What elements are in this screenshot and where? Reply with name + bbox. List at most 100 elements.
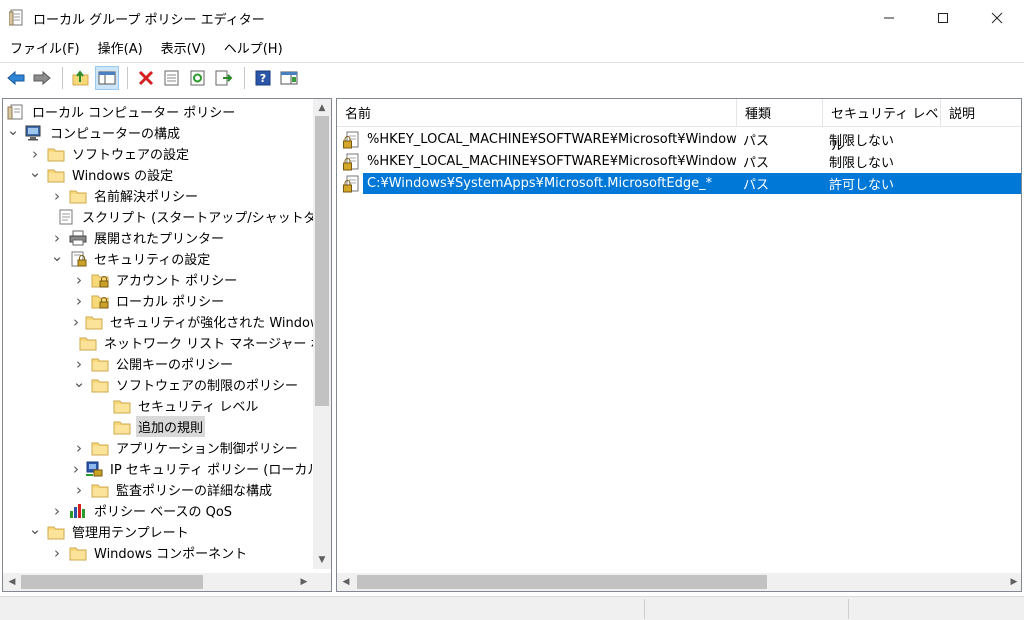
forward-icon: [33, 70, 51, 85]
expand-chevron-icon[interactable]: ›: [73, 439, 85, 457]
expand-chevron-icon[interactable]: ›: [73, 271, 85, 289]
expand-chevron-icon[interactable]: ›: [73, 313, 79, 331]
delete-button[interactable]: [134, 66, 158, 90]
tree-node-label: ローカル ポリシー: [116, 295, 225, 310]
list-horizontal-scrollbar[interactable]: ◀ ▶: [337, 573, 1021, 591]
scroll-right-arrow-icon[interactable]: ▶: [296, 574, 312, 590]
scroll-down-arrow-icon[interactable]: ▼: [314, 552, 330, 568]
tree-node[interactable]: ⌄ セキュリティの設定: [3, 247, 313, 269]
tree-node[interactable]: ⌄ コンピューターの構成: [3, 121, 313, 143]
ipsec-icon: [85, 461, 103, 477]
details-pane[interactable]: ^ 名前 種類 セキュリティ レベル 説明 %HKEY_LOCAL_MACHIN…: [336, 98, 1022, 592]
title-bar: ローカル グループ ポリシー エディター: [0, 0, 1024, 36]
tree-node[interactable]: › Windows コンポーネント: [3, 542, 313, 563]
up-folder-button[interactable]: [69, 66, 93, 90]
scroll-up-arrow-icon[interactable]: ▲: [314, 100, 330, 116]
minimize-button[interactable]: [862, 0, 916, 36]
tree-node[interactable]: › ポリシー ベースの QoS: [3, 500, 313, 521]
toolbar-separator: [127, 66, 128, 89]
column-header-name[interactable]: ^ 名前: [337, 99, 737, 127]
policy-editor-icon: [8, 9, 25, 27]
list-row[interactable]: %HKEY_LOCAL_MACHINE¥SOFTWARE¥Microsoft¥W…: [339, 151, 1021, 172]
tree-node-label: 監査ポリシーの詳細な構成: [116, 484, 273, 499]
expand-chevron-icon[interactable]: ›: [51, 229, 63, 247]
tree-node[interactable]: › アプリケーション制御ポリシー: [3, 437, 313, 458]
scroll-left-arrow-icon[interactable]: ◀: [338, 574, 354, 590]
tree-node[interactable]: ⌄ ソフトウェアの制限のポリシー: [3, 373, 313, 395]
folder-lock-icon: [91, 272, 109, 288]
list-horizontal-scroll-thumb[interactable]: [357, 575, 767, 589]
tree-node[interactable]: 追加の規則: [3, 416, 313, 437]
collapse-chevron-icon[interactable]: ⌄: [51, 247, 64, 265]
rule-path: %HKEY_LOCAL_MACHINE¥SOFTWARE¥Microsoft¥W…: [367, 154, 737, 169]
expand-chevron-icon[interactable]: ›: [73, 460, 79, 478]
scroll-right-arrow-icon[interactable]: ▶: [1006, 574, 1021, 590]
show-hide-tree-button[interactable]: [95, 65, 119, 90]
tree-node[interactable]: › IP セキュリティ ポリシー (ローカル コン: [3, 458, 313, 479]
tree-node[interactable]: › ローカル ポリシー: [3, 290, 313, 311]
folder-icon: [69, 545, 87, 561]
tree-vertical-scroll-thumb[interactable]: [315, 116, 329, 406]
column-header-label: 種類: [745, 107, 772, 122]
folder-icon: [113, 419, 131, 435]
collapse-chevron-icon[interactable]: ⌄: [29, 520, 42, 538]
forward-button[interactable]: [30, 66, 54, 90]
menu-view[interactable]: 表示(V): [155, 39, 212, 61]
show-hide-action-pane-button[interactable]: [277, 66, 301, 90]
menu-action[interactable]: 操作(A): [92, 39, 149, 61]
column-header-security-level[interactable]: セキュリティ レベル: [823, 99, 941, 154]
tree-horizontal-scrollbar[interactable]: ◀ ▶: [3, 573, 313, 591]
refresh-button[interactable]: [186, 66, 210, 90]
menu-file[interactable]: ファイル(F): [4, 39, 86, 61]
cell-type: パス: [743, 178, 770, 193]
tree-node[interactable]: ローカル コンピューター ポリシー: [3, 101, 313, 122]
tree-node[interactable]: ⌄ 管理用テンプレート: [3, 520, 313, 542]
tree-node-label: セキュリティが強化された Windows: [110, 316, 313, 331]
security-icon: [69, 251, 87, 267]
tree-node-label: Windows の設定: [72, 169, 174, 184]
close-button[interactable]: [970, 0, 1024, 36]
tree-node[interactable]: › 展開されたプリンター: [3, 227, 313, 248]
expand-chevron-icon[interactable]: ›: [73, 292, 85, 310]
tree-node[interactable]: セキュリティ レベル: [3, 395, 313, 416]
status-divider: [848, 599, 849, 619]
status-bar: [0, 596, 1024, 620]
expand-chevron-icon[interactable]: ›: [29, 145, 41, 163]
expand-chevron-icon[interactable]: ›: [51, 544, 63, 562]
collapse-chevron-icon[interactable]: ⌄: [73, 373, 86, 391]
collapse-chevron-icon[interactable]: ⌄: [7, 121, 20, 139]
scroll-left-arrow-icon[interactable]: ◀: [4, 574, 20, 590]
tree-node[interactable]: › 監査ポリシーの詳細な構成: [3, 479, 313, 500]
tree-horizontal-scroll-thumb[interactable]: [21, 575, 203, 589]
tree-vertical-scrollbar[interactable]: ▲ ▼: [313, 99, 331, 569]
maximize-button[interactable]: [916, 0, 970, 36]
expand-chevron-icon[interactable]: ›: [73, 355, 85, 373]
menu-help[interactable]: ヘルプ(H): [218, 39, 289, 61]
expand-chevron-icon[interactable]: ›: [51, 187, 63, 205]
column-header-type[interactable]: 種類: [737, 99, 823, 127]
tree-node[interactable]: スクリプト (スタートアップ/シャットダウン): [3, 206, 313, 227]
tree-node[interactable]: › 名前解決ポリシー: [3, 185, 313, 206]
expand-chevron-icon[interactable]: ›: [51, 502, 63, 520]
tree-node-label: IP セキュリティ ポリシー (ローカル コン: [110, 463, 313, 478]
tree-node[interactable]: › ソフトウェアの設定: [3, 143, 313, 164]
list-row[interactable]: %HKEY_LOCAL_MACHINE¥SOFTWARE¥Microsoft¥W…: [339, 129, 1021, 150]
tree-node[interactable]: ネットワーク リスト マネージャー ポリシ: [3, 332, 313, 353]
expand-chevron-icon[interactable]: ›: [73, 481, 85, 499]
tree-node[interactable]: › 公開キーのポリシー: [3, 353, 313, 374]
script-icon: [57, 209, 75, 225]
help-button[interactable]: ?: [251, 66, 275, 90]
column-header-description[interactable]: 説明: [941, 99, 1021, 127]
tree-pane[interactable]: ローカル コンピューター ポリシー ⌄ コンピューターの構成 › ソフトウェアの設定 ⌄ W…: [2, 98, 332, 592]
tree-node-label: コンピューターの構成: [50, 127, 181, 142]
tree-node[interactable]: ⌄ Windows の設定: [3, 163, 313, 185]
collapse-chevron-icon[interactable]: ⌄: [29, 163, 42, 181]
back-button[interactable]: [4, 66, 28, 90]
maximize-icon: [938, 13, 948, 23]
export-list-button[interactable]: [212, 66, 236, 90]
tree-node[interactable]: › アカウント ポリシー: [3, 269, 313, 290]
properties-button[interactable]: [160, 66, 184, 90]
list-row[interactable]: C:¥Windows¥SystemApps¥Microsoft.Microsof…: [339, 173, 1021, 194]
tree-node[interactable]: › セキュリティが強化された Windows: [3, 311, 313, 332]
cell-name: C:¥Windows¥SystemApps¥Microsoft.Microsof…: [339, 175, 737, 193]
